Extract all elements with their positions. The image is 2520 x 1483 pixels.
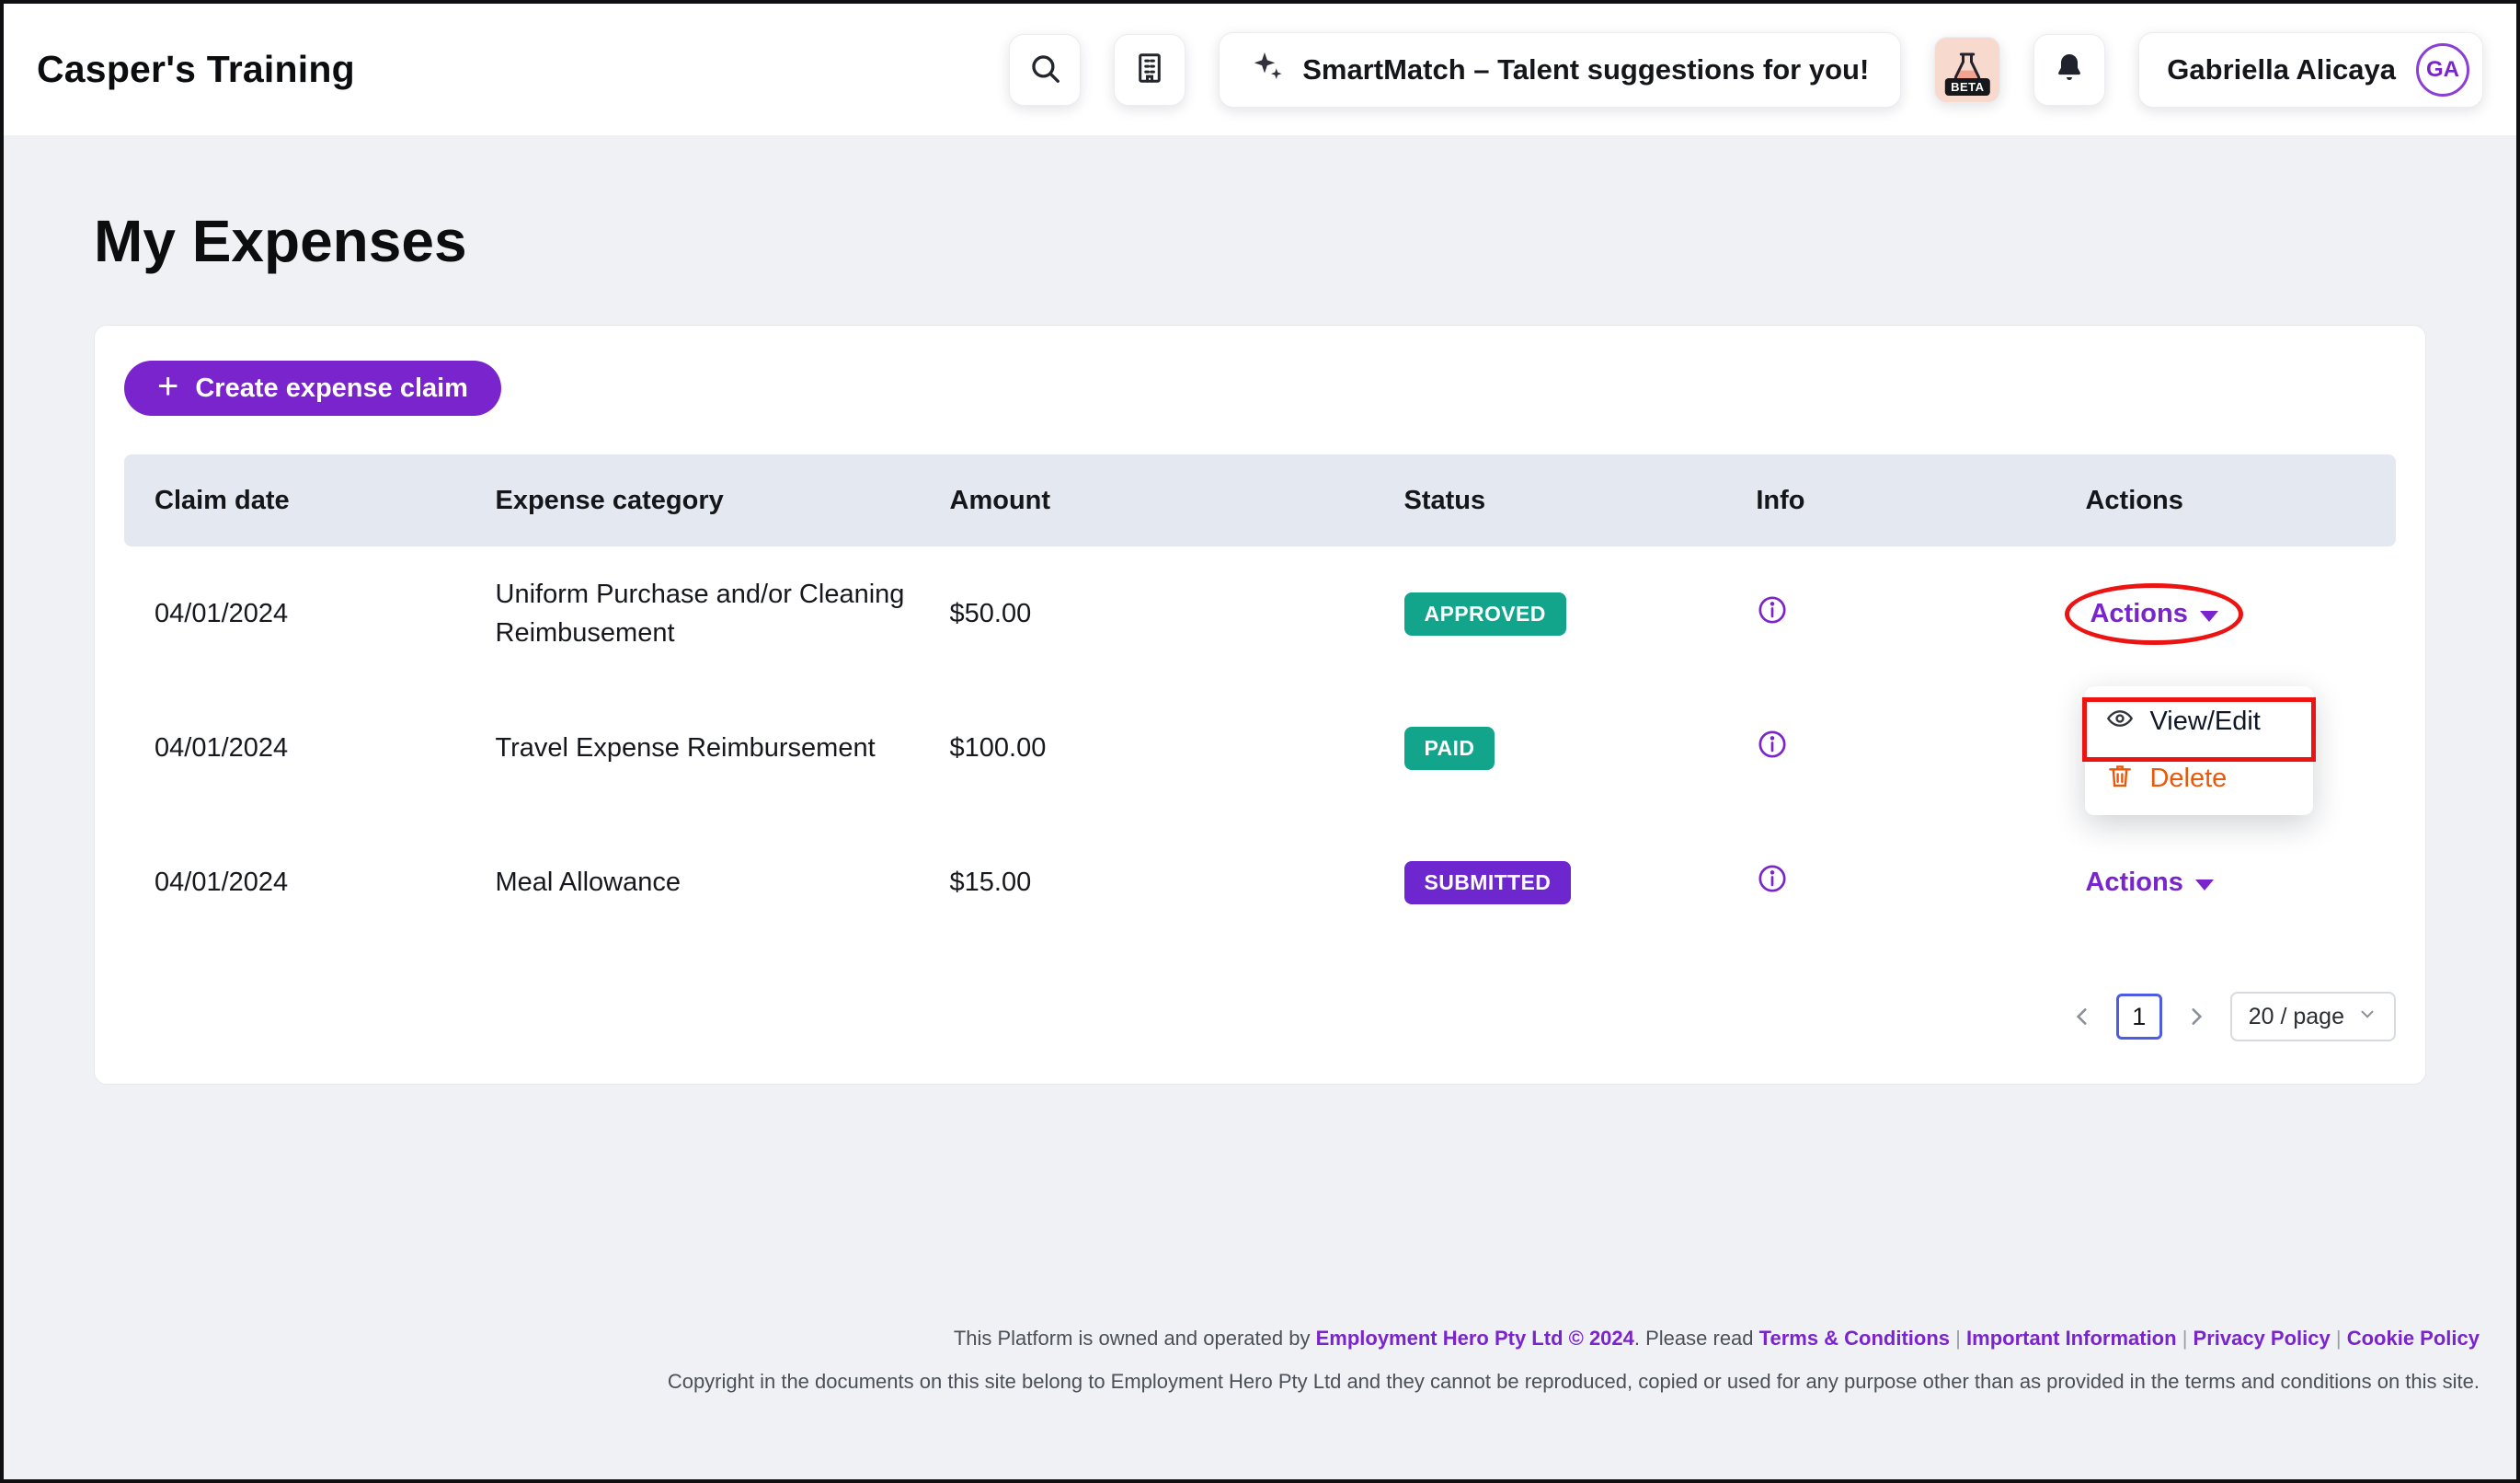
eye-icon: [2105, 704, 2135, 741]
actions-label: Actions: [2090, 599, 2187, 629]
footer-line2: Copyright in the documents on this site …: [668, 1368, 2480, 1397]
beta-flask-button[interactable]: BETA: [1934, 37, 2000, 103]
building-icon: [1132, 51, 1167, 88]
chevron-down-icon: [2195, 879, 2214, 891]
user-menu[interactable]: Gabriella Alicaya GA: [2138, 32, 2483, 108]
amount: $100.00: [920, 733, 1374, 764]
organisation-button[interactable]: [1114, 34, 1186, 106]
footer-link-important-information[interactable]: Important Information: [1966, 1327, 2177, 1350]
claim-date: 04/01/2024: [124, 599, 465, 629]
status-cell: APPROVED: [1374, 592, 1726, 636]
bell-icon: [2052, 51, 2087, 88]
smartmatch-label: SmartMatch – Talent suggestions for you!: [1302, 53, 1869, 86]
menu-item-delete[interactable]: Delete: [2085, 751, 2313, 808]
menu-item-view-edit[interactable]: View/Edit: [2085, 694, 2313, 751]
info-cell: [1725, 593, 2055, 634]
view-edit-label: View/Edit: [2149, 707, 2260, 737]
footer-separator: |: [2336, 1327, 2342, 1350]
sparkle-icon: [1251, 50, 1284, 90]
footer-separator: |: [1955, 1327, 1961, 1350]
actions-dropdown-trigger[interactable]: Actions: [2090, 599, 2217, 629]
beta-badge: BETA: [1945, 78, 1989, 96]
table-row: 04/01/2024 Meal Allowance $15.00 SUBMITT…: [124, 815, 2396, 949]
footer-text: This Platform is owned and operated by: [954, 1327, 1311, 1350]
status-badge: PAID: [1404, 727, 1495, 770]
expenses-card: + Create expense claim Claim date Expens…: [94, 325, 2426, 1085]
table-row: 04/01/2024 Uniform Purchase and/or Clean…: [124, 546, 2396, 681]
page-size-value: 20 / page: [2249, 1004, 2344, 1030]
chevron-down-icon: [2357, 1004, 2377, 1030]
column-header-info: Info: [1725, 486, 2055, 516]
annotation-oval: Actions: [2065, 583, 2242, 645]
search-icon: [1027, 51, 1062, 88]
column-header-expense-category: Expense category: [465, 486, 920, 516]
expense-category: Travel Expense Reimbursement: [465, 729, 905, 767]
amount: $50.00: [920, 599, 1374, 629]
chevron-down-icon: [2200, 611, 2218, 622]
amount: $15.00: [920, 868, 1374, 898]
footer-separator: |: [2182, 1327, 2188, 1350]
top-header: Casper's Training: [4, 4, 2516, 135]
footer-link-cookie-policy[interactable]: Cookie Policy: [2347, 1327, 2480, 1350]
actions-cell: Actions: [2055, 868, 2396, 898]
smartmatch-button[interactable]: SmartMatch – Talent suggestions for you!: [1219, 32, 1901, 108]
next-page-button[interactable]: [2184, 1005, 2208, 1029]
column-header-amount: Amount: [920, 486, 1374, 516]
plus-icon: +: [157, 368, 178, 405]
footer-link-privacy-policy[interactable]: Privacy Policy: [2194, 1327, 2331, 1350]
expenses-table: Claim date Expense category Amount Statu…: [124, 454, 2396, 949]
footer-link-terms[interactable]: Terms & Conditions: [1759, 1327, 1950, 1350]
pagination: 1 20 / page: [124, 992, 2396, 1041]
claim-date: 04/01/2024: [124, 868, 465, 898]
delete-label: Delete: [2149, 764, 2227, 794]
status-badge: APPROVED: [1404, 592, 1566, 636]
user-name: Gabriella Alicaya: [2167, 53, 2396, 86]
column-header-status: Status: [1374, 486, 1726, 516]
main-content: My Expenses + Create expense claim Claim…: [4, 207, 2516, 1085]
trash-icon: [2105, 761, 2135, 798]
table-header-row: Claim date Expense category Amount Statu…: [124, 454, 2396, 546]
column-header-claim-date: Claim date: [124, 486, 465, 516]
actions-dropdown-trigger[interactable]: Actions: [2085, 868, 2213, 898]
expense-category: Meal Allowance: [465, 863, 905, 902]
info-cell: [1725, 862, 2055, 902]
info-cell: [1725, 728, 2055, 768]
avatar: GA: [2416, 43, 2469, 97]
page-size-select[interactable]: 20 / page: [2230, 992, 2396, 1041]
status-cell: SUBMITTED: [1374, 861, 1726, 904]
page-title: My Expenses: [94, 207, 2516, 275]
footer-link-employment-hero[interactable]: Employment Hero Pty Ltd © 2024: [1316, 1327, 1634, 1350]
info-icon[interactable]: [1756, 593, 1789, 627]
header-actions: SmartMatch – Talent suggestions for you!…: [1009, 32, 2483, 108]
prev-page-button[interactable]: [2070, 1005, 2094, 1029]
page-footer: This Platform is owned and operated by E…: [668, 1310, 2480, 1397]
notifications-button[interactable]: [2033, 34, 2105, 106]
table-row: 04/01/2024 Travel Expense Reimbursement …: [124, 681, 2396, 815]
create-expense-claim-button[interactable]: + Create expense claim: [124, 361, 501, 416]
actions-label: Actions: [2085, 868, 2182, 898]
column-header-actions: Actions: [2055, 486, 2396, 516]
claim-date: 04/01/2024: [124, 733, 465, 764]
expense-category: Uniform Purchase and/or Cleaning Reimbus…: [465, 575, 905, 652]
app-title: Casper's Training: [37, 48, 355, 91]
actions-cell: Actions: [2055, 583, 2396, 645]
info-icon[interactable]: [1756, 862, 1789, 895]
create-expense-claim-label: Create expense claim: [195, 374, 468, 404]
footer-text: . Please read: [1634, 1327, 1754, 1350]
info-icon[interactable]: [1756, 728, 1789, 761]
status-cell: PAID: [1374, 727, 1726, 770]
screen: Casper's Training: [0, 0, 2520, 1483]
search-button[interactable]: [1009, 34, 1081, 106]
footer-line1: This Platform is owned and operated by E…: [668, 1325, 2480, 1353]
status-badge: SUBMITTED: [1404, 861, 1572, 904]
current-page[interactable]: 1: [2116, 994, 2162, 1040]
actions-menu: View/Edit Delete: [2085, 686, 2313, 815]
